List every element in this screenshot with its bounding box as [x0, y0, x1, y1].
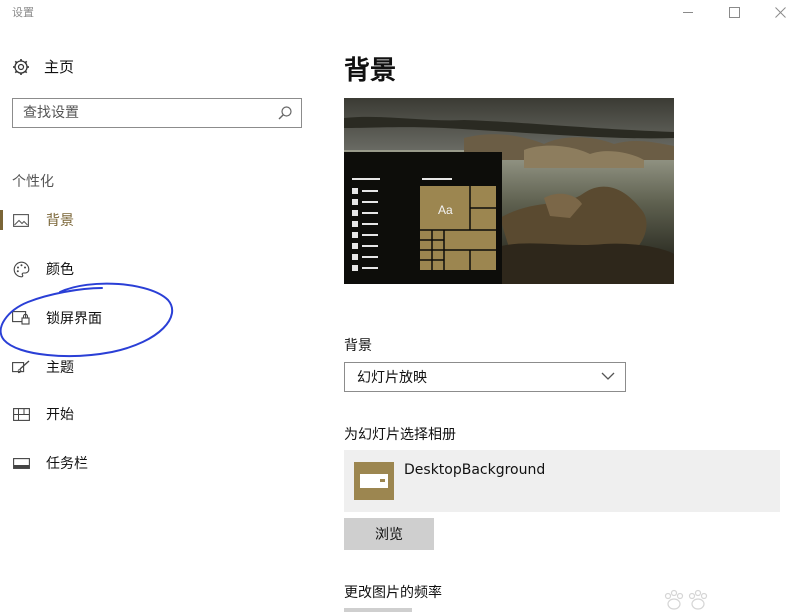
background-preview: Aa — [344, 98, 674, 284]
sidebar-item-label: 开始 — [46, 407, 74, 423]
background-type-select[interactable]: 幻灯片放映 — [344, 362, 626, 392]
home-label: 主页 — [44, 58, 75, 76]
sidebar-item-background[interactable]: 背景 — [0, 202, 300, 238]
background-label: 背景 — [344, 338, 372, 354]
title-bar: 设置 — [0, 0, 800, 26]
sidebar-item-label: 主题 — [46, 360, 74, 376]
frequency-select[interactable] — [344, 608, 412, 612]
browse-button[interactable]: 浏览 — [344, 518, 434, 550]
page-title: 背景 — [344, 56, 397, 86]
sidebar-item-taskbar[interactable]: 任务栏 — [0, 445, 300, 481]
album-name: DesktopBackground — [404, 462, 546, 478]
sidebar: 主页 个性化 背景 — [0, 26, 320, 612]
sidebar-item-label: 任务栏 — [46, 456, 88, 472]
search-icon[interactable] — [277, 105, 293, 121]
main-content: 背景 Aa 背景 幻灯片放映 为幻灯片选择相册 DesktopBackgroun… — [344, 26, 784, 612]
album-item[interactable]: DesktopBackground — [344, 450, 780, 512]
palette-icon — [12, 260, 30, 278]
picture-icon — [12, 211, 30, 229]
maximize-button[interactable] — [716, 0, 752, 24]
annotation-circle — [0, 282, 174, 357]
search-box[interactable] — [12, 98, 302, 128]
window-title: 设置 — [12, 6, 34, 19]
album-label: 为幻灯片选择相册 — [344, 427, 456, 443]
home-link[interactable]: 主页 — [12, 56, 74, 77]
minimize-button[interactable] — [670, 0, 706, 24]
start-grid-icon — [12, 405, 30, 423]
close-icon — [774, 6, 786, 18]
section-label-personalization: 个性化 — [12, 174, 54, 190]
sidebar-item-label: 颜色 — [46, 262, 74, 278]
minimize-icon — [683, 11, 693, 13]
search-input[interactable] — [13, 104, 265, 122]
maximize-icon — [728, 6, 740, 18]
taskbar-icon — [12, 454, 30, 472]
background-type-value: 幻灯片放映 — [357, 370, 427, 386]
folder-icon — [354, 462, 394, 500]
frequency-label: 更改图片的频率 — [344, 585, 442, 601]
preview-image: Aa — [344, 98, 674, 284]
brush-icon — [12, 358, 30, 376]
settings-window: 设置 主页 查找设置 个性化 背景 颜色 锁屏界面 主题 开始 任务栏 背景 A… — [0, 0, 800, 612]
preview-tile-text: Aa — [438, 203, 453, 217]
gear-icon — [13, 58, 29, 75]
sidebar-item-label: 背景 — [46, 213, 74, 229]
chevron-down-icon — [601, 372, 615, 380]
watermark-logo — [664, 589, 708, 610]
sidebar-item-start[interactable]: 开始 — [0, 396, 300, 432]
close-button[interactable] — [762, 0, 798, 24]
